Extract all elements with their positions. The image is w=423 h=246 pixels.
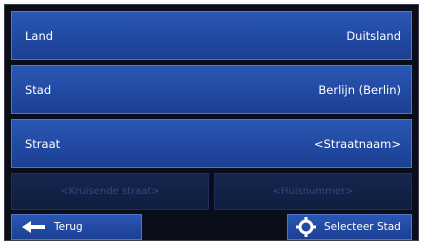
crosshair-icon: [296, 217, 316, 237]
arrow-left-icon: [22, 221, 46, 233]
select-city-label: Selecteer Stad: [324, 221, 401, 233]
cross-street-placeholder: <Kruisende straat>: [60, 186, 160, 197]
back-label: Terug: [54, 221, 83, 233]
cross-street-button: <Kruisende straat>: [11, 173, 209, 210]
city-row[interactable]: Stad Berlijn (Berlin): [11, 65, 412, 114]
city-label: Stad: [25, 82, 52, 97]
address-entry-screen: Land Duitsland Stad Berlijn (Berlin) Str…: [4, 4, 419, 241]
house-number-button: <Huisnummer>: [214, 173, 412, 210]
city-value: Berlijn (Berlin): [318, 82, 401, 97]
country-row[interactable]: Land Duitsland: [11, 11, 412, 60]
bottom-bar: Terug Selecteer Stad: [5, 214, 418, 240]
house-number-placeholder: <Huisnummer>: [272, 186, 354, 197]
country-label: Land: [25, 28, 54, 43]
street-row[interactable]: Straat <Straatnaam>: [11, 119, 412, 168]
street-label: Straat: [25, 136, 61, 151]
country-value: Duitsland: [346, 28, 401, 43]
select-city-button[interactable]: Selecteer Stad: [287, 214, 412, 240]
street-value: <Straatnaam>: [314, 136, 401, 151]
back-button[interactable]: Terug: [11, 214, 142, 240]
